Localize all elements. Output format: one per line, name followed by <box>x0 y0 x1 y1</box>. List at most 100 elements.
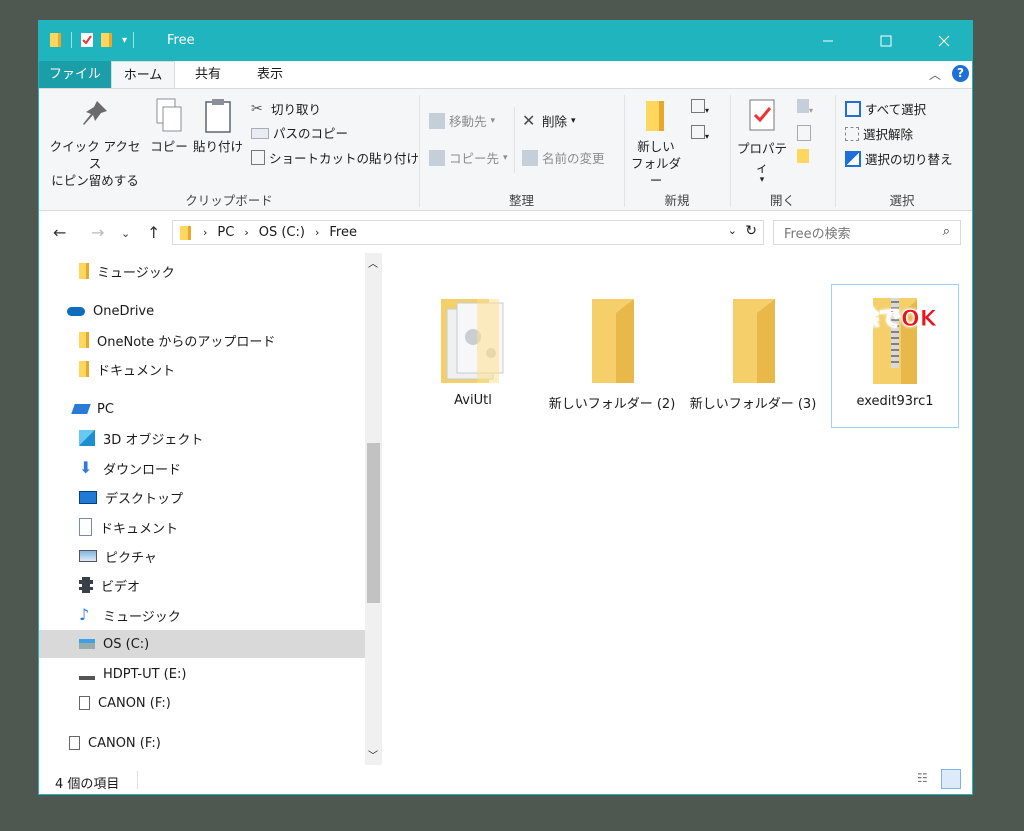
nav-item-videos[interactable]: ビデオ <box>79 571 140 599</box>
new-item-icon <box>691 99 705 113</box>
nav-item-3d-objects[interactable]: 3D オブジェクト <box>79 424 203 452</box>
copy-label: コピー <box>150 139 188 154</box>
search-input[interactable]: Freeの検索 <box>784 223 851 242</box>
paste-label: 貼り付け <box>192 139 243 154</box>
navigation-bar: ← → ⌄ ↑ › PC › OS (C:) › Free ⌄ ↻ Freeの検… <box>39 217 972 249</box>
copy-to-button[interactable]: コピー先 ▾ <box>429 148 508 167</box>
tab-view[interactable]: 表示 <box>241 61 299 88</box>
breadcrumb-drive[interactable]: OS (C:) <box>259 225 305 240</box>
tab-share[interactable]: 共有 <box>179 61 237 88</box>
minimize-button[interactable] <box>805 21 851 61</box>
nav-label: ミュージック <box>103 609 181 625</box>
nav-item-pc[interactable]: PC <box>71 395 114 423</box>
paste-button[interactable]: 貼り付け <box>192 97 244 155</box>
breadcrumb-pc[interactable]: PC <box>217 225 234 240</box>
nav-item-onedrive-documents[interactable]: ドキュメント <box>79 355 175 383</box>
select-none-button[interactable]: 選択解除 <box>845 124 913 143</box>
nav-item-pictures[interactable]: ピクチャ <box>79 542 157 570</box>
scrollbar-thumb[interactable] <box>367 443 380 603</box>
properties-icon <box>749 99 775 131</box>
easy-access-button[interactable]: ▾ <box>691 125 709 142</box>
nav-item-onenote-uploads[interactable]: OneNote からのアップロード <box>79 326 275 354</box>
file-name: 新しいフォルダー (2) <box>548 397 676 412</box>
nav-label: OneNote からのアップロード <box>97 334 276 350</box>
separator <box>133 32 135 48</box>
large-icons-view-icon[interactable] <box>941 769 961 789</box>
history-button[interactable] <box>797 149 809 167</box>
pin-icon <box>83 101 107 125</box>
customize-dropdown-icon[interactable]: ▾ <box>122 35 127 46</box>
folder-icon <box>50 33 61 47</box>
rename-button[interactable]: 名前の変更 <box>522 148 605 167</box>
file-item[interactable]: 新しいフォルダー (3) <box>689 287 817 412</box>
new-folder-icon[interactable] <box>100 32 114 48</box>
details-view-icon[interactable]: ☷ <box>917 771 935 789</box>
paste-shortcut-button[interactable]: ショートカットの貼り付け <box>251 148 419 167</box>
nav-item-downloads[interactable]: ⬇ ダウンロード <box>79 454 181 482</box>
properties-button[interactable]: プロパティ ▾ <box>732 97 792 185</box>
nav-label: ピクチャ <box>105 550 157 566</box>
chevron-right-icon: › <box>203 226 208 239</box>
refresh-icon[interactable]: ↻ <box>745 223 757 239</box>
help-icon[interactable]: ? <box>952 65 969 82</box>
move-to-button[interactable]: 移動先 ▾ <box>429 111 495 130</box>
folder-icon <box>592 299 634 383</box>
chevron-right-icon: › <box>244 226 249 239</box>
nav-item-music[interactable]: ミュージック <box>79 257 175 285</box>
nav-label: OS (C:) <box>103 636 150 652</box>
download-icon: ⬇ <box>79 458 93 477</box>
cut-label: 切り取り <box>271 102 322 117</box>
forward-arrow-icon[interactable]: → <box>91 223 104 242</box>
quick-access-toolbar: ▾ <box>49 32 140 48</box>
nav-scrollbar[interactable]: ︿ ﹀ <box>365 253 382 765</box>
nav-item-os-c[interactable]: OS (C:) <box>39 630 365 658</box>
close-button[interactable] <box>921 21 967 61</box>
nav-item-desktop[interactable]: デスクトップ <box>79 483 183 511</box>
properties-icon[interactable] <box>80 32 94 48</box>
tab-file[interactable]: ファイル <box>39 61 111 88</box>
up-arrow-icon[interactable]: ↑ <box>147 223 160 242</box>
collapse-ribbon-icon[interactable]: ︿ <box>929 66 941 83</box>
recent-locations-icon[interactable]: ⌄ <box>121 227 130 240</box>
scroll-up-icon[interactable]: ︿ <box>368 255 378 270</box>
copy-path-button[interactable]: パスのコピー <box>251 123 348 142</box>
new-item-button[interactable]: ▾ <box>691 99 709 116</box>
new-folder-button[interactable]: 新しい フォルダー <box>628 97 684 189</box>
copy-to-icon <box>429 149 445 166</box>
nav-item-canon-f-root[interactable]: CANON (F:) <box>69 729 161 757</box>
folder-icon <box>79 361 89 377</box>
document-icon <box>79 518 92 536</box>
delete-button[interactable]: ✕ 削除 ▾ <box>522 111 576 130</box>
search-icon[interactable]: ⌕ <box>943 224 950 239</box>
nav-item-canon-f[interactable]: CANON (F:) <box>79 689 171 717</box>
pin-quick-access-button[interactable]: クイック アクセス にピン留めする <box>45 97 145 189</box>
drive-icon <box>79 639 95 649</box>
invert-selection-button[interactable]: 選択の切り替え <box>845 149 953 168</box>
copy-button[interactable]: コピー <box>149 97 189 155</box>
address-dropdown-icon[interactable]: ⌄ <box>728 224 737 237</box>
nav-item-hdpt-ut[interactable]: HDPT-UT (E:) <box>79 660 186 688</box>
back-arrow-icon[interactable]: ← <box>53 223 66 242</box>
select-none-icon <box>845 126 859 141</box>
nav-label: HDPT-UT (E:) <box>103 666 187 682</box>
cut-button[interactable]: ✂ 切り取り <box>251 99 321 118</box>
search-box[interactable]: Freeの検索 ⌕ <box>773 220 961 245</box>
nav-item-music-library[interactable]: ♪ ミュージック <box>79 601 181 629</box>
nav-item-documents[interactable]: ドキュメント <box>79 513 178 541</box>
title-bar: ▾ Free <box>39 21 972 61</box>
maximize-button[interactable] <box>863 21 909 61</box>
nav-item-onedrive[interactable]: OneDrive <box>67 297 154 325</box>
file-item[interactable]: AviUtl <box>409 287 537 408</box>
address-bar[interactable]: › PC › OS (C:) › Free ⌄ ↻ <box>172 220 764 245</box>
file-item[interactable]: 新しいフォルダー (2) <box>548 287 676 412</box>
sd-card-icon <box>69 736 80 750</box>
select-all-button[interactable]: すべて選択 <box>845 99 926 118</box>
nav-label: CANON (F:) <box>88 735 161 751</box>
open-button[interactable]: ▾ <box>797 99 813 117</box>
tab-home[interactable]: ホーム <box>111 61 175 88</box>
scroll-down-icon[interactable]: ﹀ <box>368 747 378 762</box>
nav-label: CANON (F:) <box>98 695 171 711</box>
select-all-icon <box>845 100 861 117</box>
edit-button[interactable] <box>797 125 811 145</box>
breadcrumb-folder[interactable]: Free <box>329 225 357 240</box>
